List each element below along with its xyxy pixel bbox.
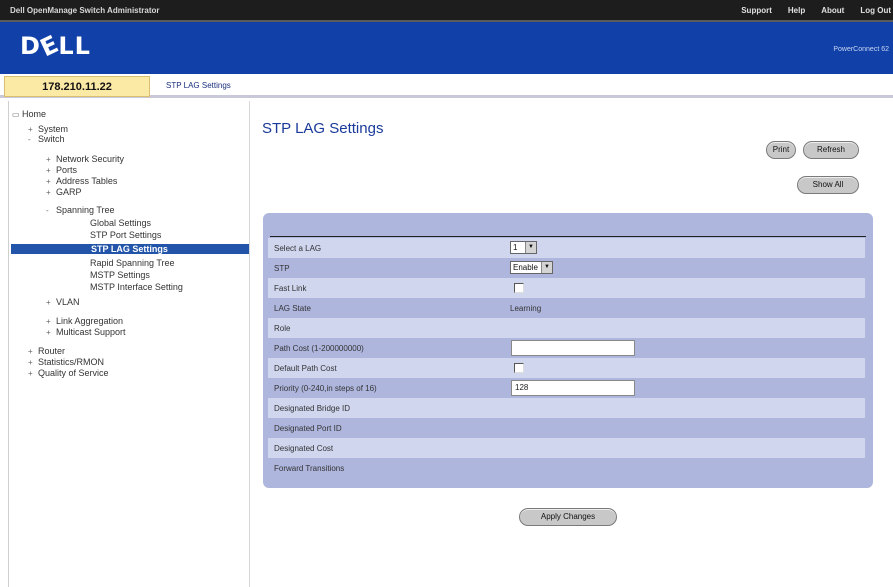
tree-item-home[interactable]: ▭ Home	[12, 109, 46, 120]
tree-item-statistics-rmon[interactable]: + Statistics/RMON	[28, 357, 104, 368]
tree-item-quality-of-service[interactable]: + Quality of Service	[28, 368, 109, 379]
expand-icon[interactable]: +	[28, 369, 38, 379]
row-designated-cost: Designated Cost	[268, 438, 865, 458]
tree-item-multicast-support[interactable]: + Multicast Support	[46, 327, 126, 338]
expand-icon[interactable]: +	[46, 155, 56, 165]
ip-strip: 178.210.11.22 STP LAG Settings	[0, 74, 893, 98]
expand-icon[interactable]: +	[46, 177, 56, 187]
support-link[interactable]: Support	[741, 6, 772, 15]
select-lag-label: Select a LAG	[274, 244, 322, 253]
top-bar: Dell OpenManage Switch Administrator Sup…	[0, 0, 893, 22]
row-lag-state: LAG State Learning	[268, 298, 865, 318]
expand-icon[interactable]: +	[46, 188, 56, 198]
row-role: Role	[268, 318, 865, 338]
tree-guide-line	[8, 101, 9, 587]
expand-icon[interactable]: +	[28, 347, 38, 357]
expand-icon[interactable]: +	[46, 166, 56, 176]
fast-link-label: Fast Link	[274, 284, 307, 293]
row-forward-transitions: Forward Transitions	[268, 458, 865, 478]
tree-item-garp[interactable]: + GARP	[46, 187, 82, 198]
row-fast-link: Fast Link	[268, 278, 865, 298]
tree-item-network-security[interactable]: + Network Security	[46, 154, 124, 165]
log-out-link[interactable]: Log Out	[860, 6, 891, 15]
tree-item-switch[interactable]: - Switch	[28, 134, 65, 145]
collapse-icon[interactable]: -	[46, 206, 56, 216]
row-path-cost: Path Cost (1-200000000)	[268, 338, 865, 358]
tree-item-address-tables[interactable]: + Address Tables	[46, 176, 117, 187]
tree-item-spanning-tree[interactable]: - Spanning Tree	[46, 205, 115, 216]
stp-label: STP	[274, 264, 290, 273]
row-designated-bridge-id: Designated Bridge ID	[268, 398, 865, 418]
row-select-lag: Select a LAG 1 ▼	[268, 238, 865, 258]
designated-cost-label: Designated Cost	[274, 444, 334, 453]
stp-value: Enable	[513, 263, 538, 272]
tree-item-vlan[interactable]: + VLAN	[46, 297, 80, 308]
ip-address: 178.210.11.22	[4, 76, 150, 97]
default-path-cost-label: Default Path Cost	[274, 364, 337, 373]
lag-state-value: Learning	[510, 304, 542, 313]
row-priority: Priority (0-240,in steps of 16) 128	[268, 378, 865, 398]
apply-changes-button[interactable]: Apply Changes	[519, 508, 617, 526]
computer-icon: ▭	[12, 110, 20, 119]
default-path-cost-checkbox[interactable]	[514, 363, 524, 373]
collapse-icon[interactable]: -	[28, 135, 38, 145]
fast-link-checkbox[interactable]	[514, 283, 524, 293]
designated-bridge-id-label: Designated Bridge ID	[274, 404, 351, 413]
row-stp: STP Enable ▼	[268, 258, 865, 278]
tree-item-rapid-spanning-tree[interactable]: Rapid Spanning Tree	[90, 258, 175, 268]
path-cost-input[interactable]	[511, 340, 635, 356]
tree-item-ports[interactable]: + Ports	[46, 165, 77, 176]
page-title: STP LAG Settings	[262, 120, 384, 137]
tree-item-stp-port-settings[interactable]: STP Port Settings	[90, 230, 161, 240]
stp-dropdown[interactable]: Enable ▼	[510, 261, 553, 274]
select-lag-value: 1	[513, 243, 518, 252]
forward-transitions-label: Forward Transitions	[274, 464, 345, 473]
navigation-tree: ▭ Home + System - Switch + Network Security …	[0, 101, 250, 587]
tree-item-link-aggregation[interactable]: + Link Aggregation	[46, 316, 123, 327]
refresh-button[interactable]: Refresh	[803, 141, 859, 159]
product-name: PowerConnect 62	[833, 46, 889, 53]
expand-icon[interactable]: +	[28, 358, 38, 368]
dell-logo: DELL	[20, 29, 91, 63]
app-title: Dell OpenManage Switch Administrator	[10, 6, 160, 15]
tree-item-mstp-settings[interactable]: MSTP Settings	[90, 270, 150, 280]
dell-banner: DELL PowerConnect 62	[0, 22, 893, 74]
tree-item-stp-lag-settings[interactable]: STP LAG Settings	[11, 244, 249, 254]
path-cost-label: Path Cost (1-200000000)	[274, 344, 364, 353]
expand-icon[interactable]: +	[46, 298, 56, 308]
role-label: Role	[274, 324, 291, 333]
priority-label: Priority (0-240,in steps of 16)	[274, 384, 377, 393]
row-default-path-cost: Default Path Cost	[268, 358, 865, 378]
priority-input[interactable]: 128	[511, 380, 635, 396]
expand-icon[interactable]: +	[46, 317, 56, 327]
select-lag-dropdown[interactable]: 1 ▼	[510, 241, 537, 254]
lag-state-label: LAG State	[274, 304, 311, 313]
about-link[interactable]: About	[821, 6, 844, 15]
designated-port-id-label: Designated Port ID	[274, 424, 342, 433]
chevron-down-icon: ▼	[525, 242, 536, 253]
help-link[interactable]: Help	[788, 6, 805, 15]
tree-item-router[interactable]: + Router	[28, 346, 65, 357]
print-button[interactable]: Print	[766, 141, 796, 159]
top-links: Support Help About Log Out	[725, 6, 891, 15]
panel-divider	[270, 236, 866, 237]
tree-item-mstp-interface-setting[interactable]: MSTP Interface Setting	[90, 282, 183, 292]
row-designated-port-id: Designated Port ID	[268, 418, 865, 438]
show-all-button[interactable]: Show All	[797, 176, 859, 194]
chevron-down-icon: ▼	[541, 262, 552, 273]
tree-item-global-settings[interactable]: Global Settings	[90, 218, 151, 228]
breadcrumb: STP LAG Settings	[166, 81, 231, 90]
expand-icon[interactable]: +	[46, 328, 56, 338]
